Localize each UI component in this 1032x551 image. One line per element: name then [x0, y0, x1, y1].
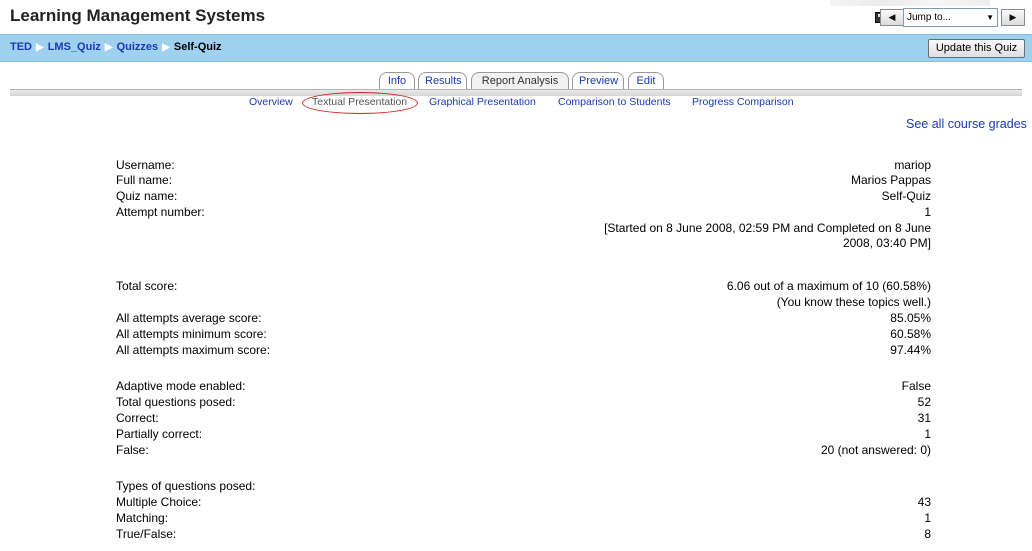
report-label: Types of questions posed:	[116, 479, 256, 493]
page-header: Learning Management Systems ◀ Jump to...…	[0, 0, 1032, 32]
report-row-true-false: True/False: 8	[0, 527, 1032, 542]
jump-to-select[interactable]: Jump to... ▼	[903, 8, 998, 27]
breadcrumb: TED ▶ LMS_Quiz ▶ Quizzes ▶ Self-Quiz	[10, 41, 222, 53]
report-value: 1	[924, 427, 931, 441]
report-row-fullname: Full name: Marios Pappas	[0, 173, 1032, 188]
report-value: Self-Quiz	[881, 189, 931, 203]
report-value: mariop	[894, 158, 931, 172]
jump-to-label: Jump to...	[907, 12, 951, 23]
report-value: 97.44%	[890, 343, 931, 357]
report-row-average: All attempts average score: 85.05%	[0, 311, 1032, 326]
tab-edit[interactable]: Edit	[628, 72, 664, 90]
subtab-bar: Overview Textual Presentation Graphical …	[0, 96, 1032, 110]
report-label: Correct:	[116, 411, 159, 425]
attempt-timestamps: [Started on 8 June 2008, 02:59 PM and Co…	[604, 221, 931, 250]
report-label: All attempts maximum score:	[116, 343, 271, 357]
report-row-types-heading: Types of questions posed:	[0, 479, 1032, 494]
report-label: Matching:	[116, 511, 169, 525]
report-label: All attempts average score:	[116, 311, 262, 325]
report-row-attempt-detail: [Started on 8 June 2008, 02:59 PM and Co…	[0, 221, 1032, 253]
report-row-matching: Matching: 1	[0, 511, 1032, 526]
highlight-circle	[302, 92, 418, 114]
report-row-maximum: All attempts maximum score: 97.44%	[0, 343, 1032, 358]
report-value: 85.05%	[890, 311, 931, 325]
report-value: Marios Pappas	[850, 173, 931, 187]
report-row-minimum: All attempts minimum score: 60.58%	[0, 327, 1032, 342]
report-row-username: Username: mariop	[0, 158, 1032, 173]
breadcrumb-quizzes[interactable]: Quizzes	[117, 41, 159, 53]
breadcrumb-separator-icon: ▶	[162, 42, 170, 53]
site-title[interactable]: Learning Management Systems	[10, 6, 265, 26]
breadcrumb-lms-quiz[interactable]: LMS_Quiz	[48, 41, 101, 53]
tab-results[interactable]: Results	[418, 72, 467, 90]
report-row-false: False: 20 (not answered: 0)	[0, 443, 1032, 458]
breadcrumb-ted[interactable]: TED	[10, 41, 32, 53]
breadcrumb-current: Self-Quiz	[173, 41, 222, 53]
report-label: True/False:	[116, 527, 177, 541]
subtab-overview[interactable]: Overview	[249, 96, 293, 108]
report-label: Total questions posed:	[116, 395, 236, 409]
report-value: 1	[924, 511, 931, 525]
report-value: False	[901, 379, 931, 393]
report-label: False:	[116, 443, 149, 457]
report-value: 8	[924, 527, 931, 541]
tab-preview[interactable]: Preview	[572, 72, 624, 90]
report-label: Username:	[116, 158, 175, 172]
update-quiz-button[interactable]: Update this Quiz	[928, 39, 1025, 58]
breadcrumb-separator-icon: ▶	[104, 42, 113, 53]
report-row-partial: Partially correct: 1	[0, 427, 1032, 442]
tab-report-analysis[interactable]: Report Analysis	[471, 72, 569, 90]
report-value: 52	[917, 395, 931, 409]
tab-bar: Info Results Report Analysis Preview Edi…	[0, 72, 1032, 90]
subtab-progress-comparison[interactable]: Progress Comparison	[692, 96, 794, 108]
report-label: Total score:	[116, 279, 178, 293]
tab-divider	[10, 89, 1022, 96]
breadcrumb-separator-icon: ▶	[36, 42, 44, 53]
report-label: Adaptive mode enabled:	[116, 379, 246, 393]
next-activity-button[interactable]: ▶	[1001, 9, 1025, 26]
report-label: All attempts minimum score:	[116, 327, 267, 341]
navbar: TED ▶ LMS_Quiz ▶ Quizzes ▶ Self-Quiz Update th…	[0, 34, 1032, 62]
tab-info[interactable]: Info	[379, 72, 415, 90]
chevron-down-icon: ▼	[986, 13, 994, 22]
report-label: Quiz name:	[116, 189, 178, 203]
report-row-attempt: Attempt number: 1	[0, 205, 1032, 220]
report-row-multiple-choice: Multiple Choice: 43	[0, 495, 1032, 510]
report-row-correct: Correct: 31	[0, 411, 1032, 426]
score-comment: (You know these topics well.)	[776, 295, 931, 309]
report-label: Partially correct:	[116, 427, 203, 441]
report-label: Full name:	[116, 173, 173, 187]
report-value: 31	[917, 411, 931, 425]
report-value: 43	[917, 495, 931, 509]
report-label: Multiple Choice:	[116, 495, 202, 509]
report-label: Attempt number:	[116, 205, 205, 219]
report-value: 1	[924, 205, 931, 219]
report-row-adaptive: Adaptive mode enabled: False	[0, 379, 1032, 394]
report-value: 20 (not answered: 0)	[820, 443, 931, 457]
see-all-grades-link[interactable]: See all course grades	[906, 117, 1027, 131]
report-value: 60.58%	[890, 327, 931, 341]
report-row-score-comment: (You know these topics well.)	[0, 295, 1032, 310]
subtab-comparison-to-students[interactable]: Comparison to Students	[558, 96, 671, 108]
header-decoration	[830, 0, 990, 6]
report-row-posed: Total questions posed: 52	[0, 395, 1032, 410]
report-row-quizname: Quiz name: Self-Quiz	[0, 189, 1032, 204]
report-row-total-score: Total score: 6.06 out of a maximum of 10…	[0, 279, 1032, 294]
subtab-graphical-presentation[interactable]: Graphical Presentation	[429, 96, 536, 108]
report-value: 6.06 out of a maximum of 10 (60.58%)	[726, 279, 931, 293]
previous-activity-button[interactable]: ◀	[880, 9, 904, 26]
